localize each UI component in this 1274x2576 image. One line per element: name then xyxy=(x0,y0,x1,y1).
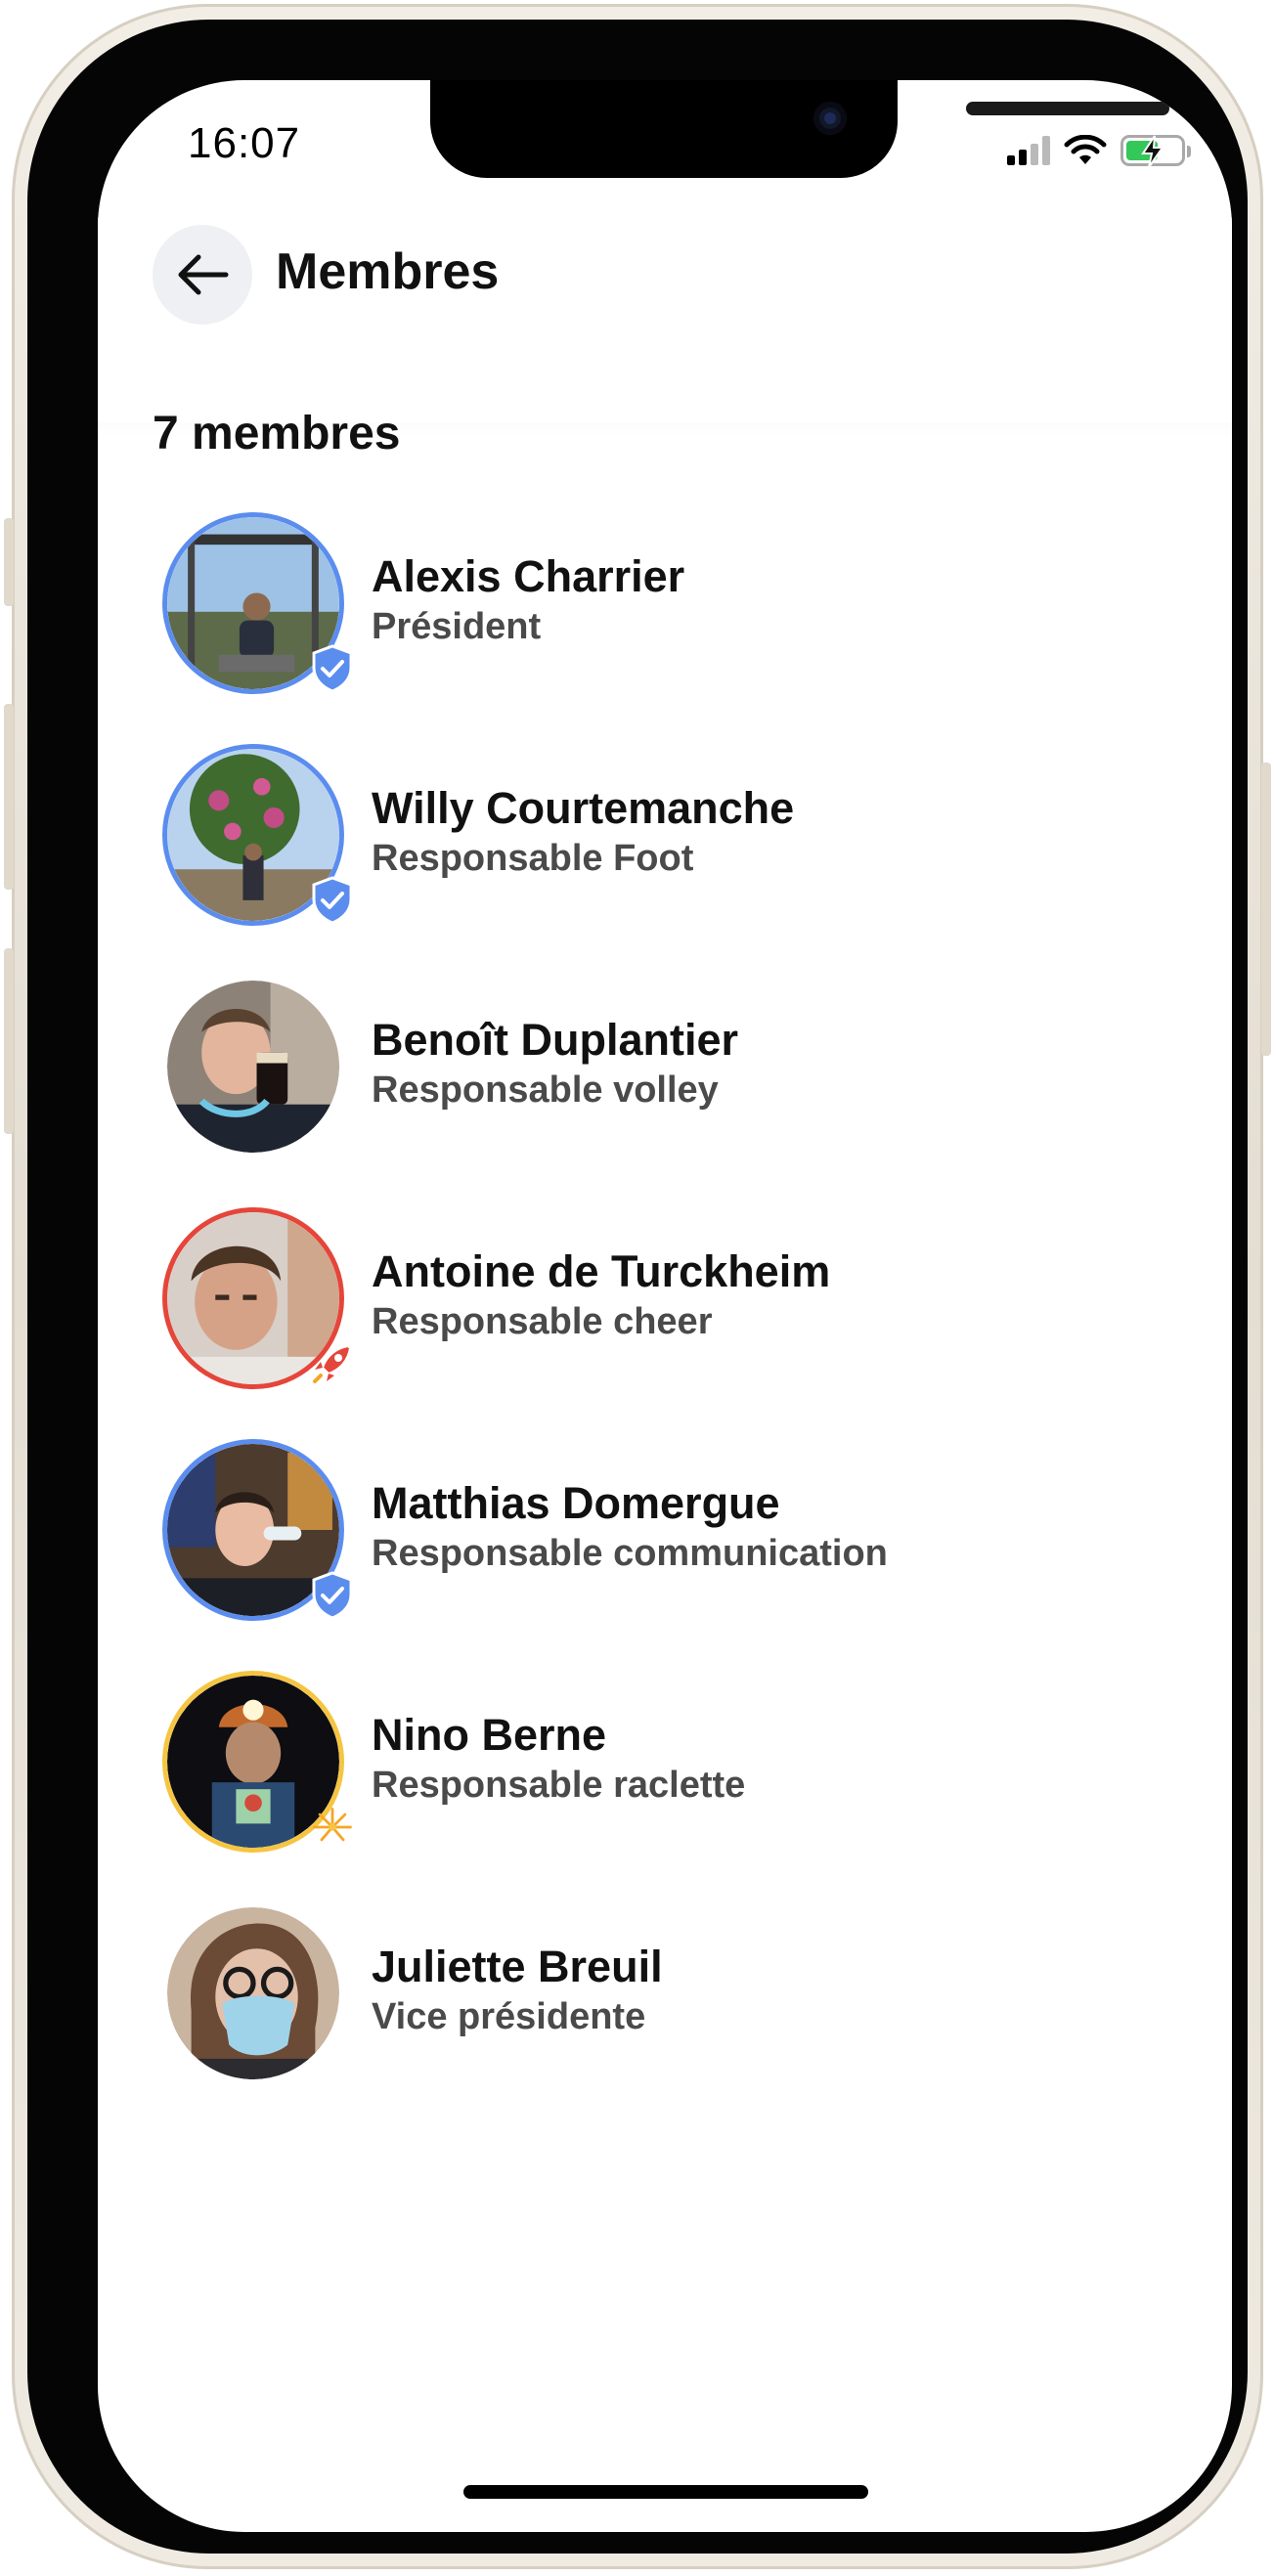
avatar xyxy=(167,1907,339,2079)
fireworks-icon xyxy=(309,1802,356,1853)
member-name: Antoine de Turckheim xyxy=(372,1246,831,1296)
phone-bezel: 16:07 Membres 7 membres Alexis Charrier … xyxy=(27,20,1248,2554)
front-camera xyxy=(813,102,847,135)
arrow-left-icon xyxy=(178,254,229,295)
member-row[interactable]: Matthias Domergue Responsable communicat… xyxy=(162,1439,1199,1635)
member-row[interactable]: Benoît Duplantier Responsable volley xyxy=(162,976,1199,1171)
power-button xyxy=(1261,763,1271,1056)
member-role: Responsable Foot xyxy=(372,838,694,879)
header-bar xyxy=(98,217,1232,422)
rocket-icon xyxy=(309,1338,356,1389)
member-role: Responsable communication xyxy=(372,1533,888,1574)
member-name: Juliette Breuil xyxy=(372,1942,663,1991)
volume-down-button xyxy=(4,948,14,1134)
member-role: Président xyxy=(372,606,542,647)
member-row[interactable]: Antoine de Turckheim Responsable cheer xyxy=(162,1207,1199,1403)
member-row[interactable]: Alexis Charrier Président xyxy=(162,512,1199,708)
verified-shield-icon xyxy=(309,875,356,926)
volume-up-button xyxy=(4,704,14,890)
cellular-signal-icon xyxy=(1007,136,1050,165)
notch xyxy=(430,80,1169,178)
member-row[interactable]: Nino Berne Responsable raclette xyxy=(162,1671,1199,1866)
member-role: Responsable raclette xyxy=(372,1765,746,1806)
member-role: Responsable cheer xyxy=(372,1301,713,1342)
member-row[interactable]: Juliette Breuil Vice présidente xyxy=(162,1902,1199,2098)
verified-shield-icon xyxy=(309,1570,356,1621)
avatar-photo xyxy=(167,1907,339,2079)
member-name: Benoît Duplantier xyxy=(372,1015,739,1065)
avatar-photo xyxy=(167,981,339,1153)
member-row[interactable]: Willy Courtemanche Responsable Foot xyxy=(162,744,1199,939)
status-time: 16:07 xyxy=(188,119,301,167)
status-icons xyxy=(1007,131,1191,170)
action-button xyxy=(4,518,14,606)
member-role: Responsable volley xyxy=(372,1070,719,1111)
member-role: Vice présidente xyxy=(372,1996,646,2037)
member-name: Alexis Charrier xyxy=(372,551,685,601)
earpiece-speaker xyxy=(966,102,1169,115)
members-count: 7 membres xyxy=(153,408,401,459)
page-title: Membres xyxy=(276,243,500,300)
screen: 16:07 Membres 7 membres Alexis Charrier … xyxy=(98,80,1232,2532)
back-button[interactable] xyxy=(153,225,252,325)
avatar xyxy=(167,981,339,1153)
wifi-icon xyxy=(1064,135,1107,164)
home-indicator[interactable] xyxy=(463,2485,868,2499)
member-name: Nino Berne xyxy=(372,1710,607,1760)
member-name: Matthias Domergue xyxy=(372,1478,780,1528)
verified-shield-icon xyxy=(309,643,356,694)
battery-charging-icon xyxy=(1120,135,1191,168)
member-name: Willy Courtemanche xyxy=(372,783,795,833)
